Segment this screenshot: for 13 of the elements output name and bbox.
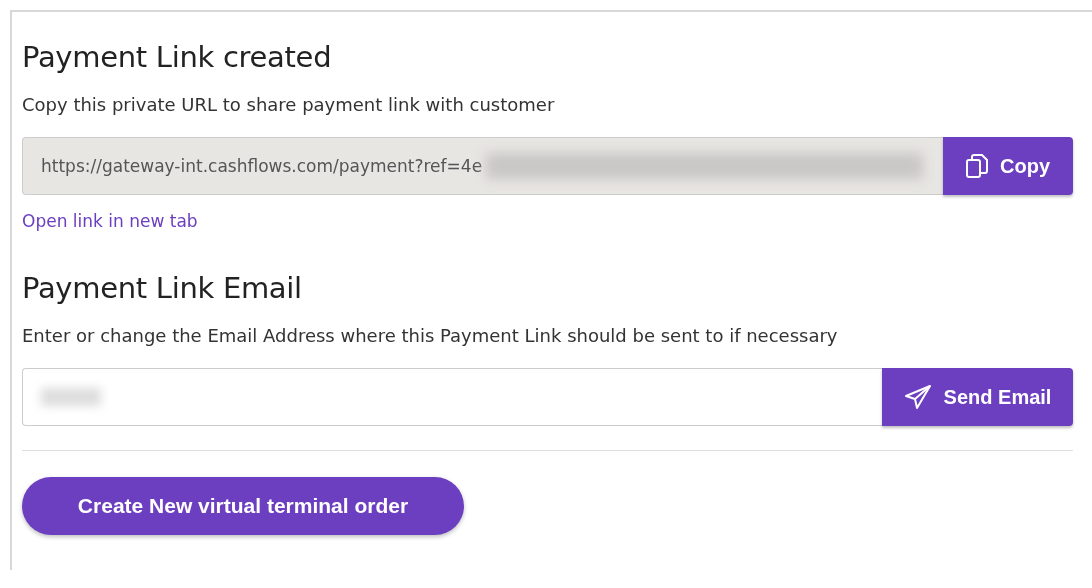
section-description: Copy this private URL to share payment link with customer	[22, 94, 556, 115]
send-email-button[interactable]: Send Email	[882, 368, 1073, 426]
copy-icon	[966, 154, 988, 178]
paper-plane-icon	[903, 384, 932, 410]
url-field[interactable]: https://gateway-int.cashflows.com/payment?ref=4e	[22, 137, 943, 195]
section-title: Payment Link created	[22, 40, 333, 74]
create-order-button[interactable]: Create New virtual terminal order	[22, 477, 464, 535]
section-description: Enter or change the Email Address where this Payment Link should be sent to if necessary	[22, 325, 839, 346]
section-title: Payment Link Email	[22, 271, 303, 305]
redacted-text-block	[41, 388, 101, 406]
email-field[interactable]	[22, 368, 882, 426]
copy-button[interactable]: Copy	[943, 137, 1073, 195]
open-link[interactable]: Open link in new tab	[22, 211, 198, 231]
